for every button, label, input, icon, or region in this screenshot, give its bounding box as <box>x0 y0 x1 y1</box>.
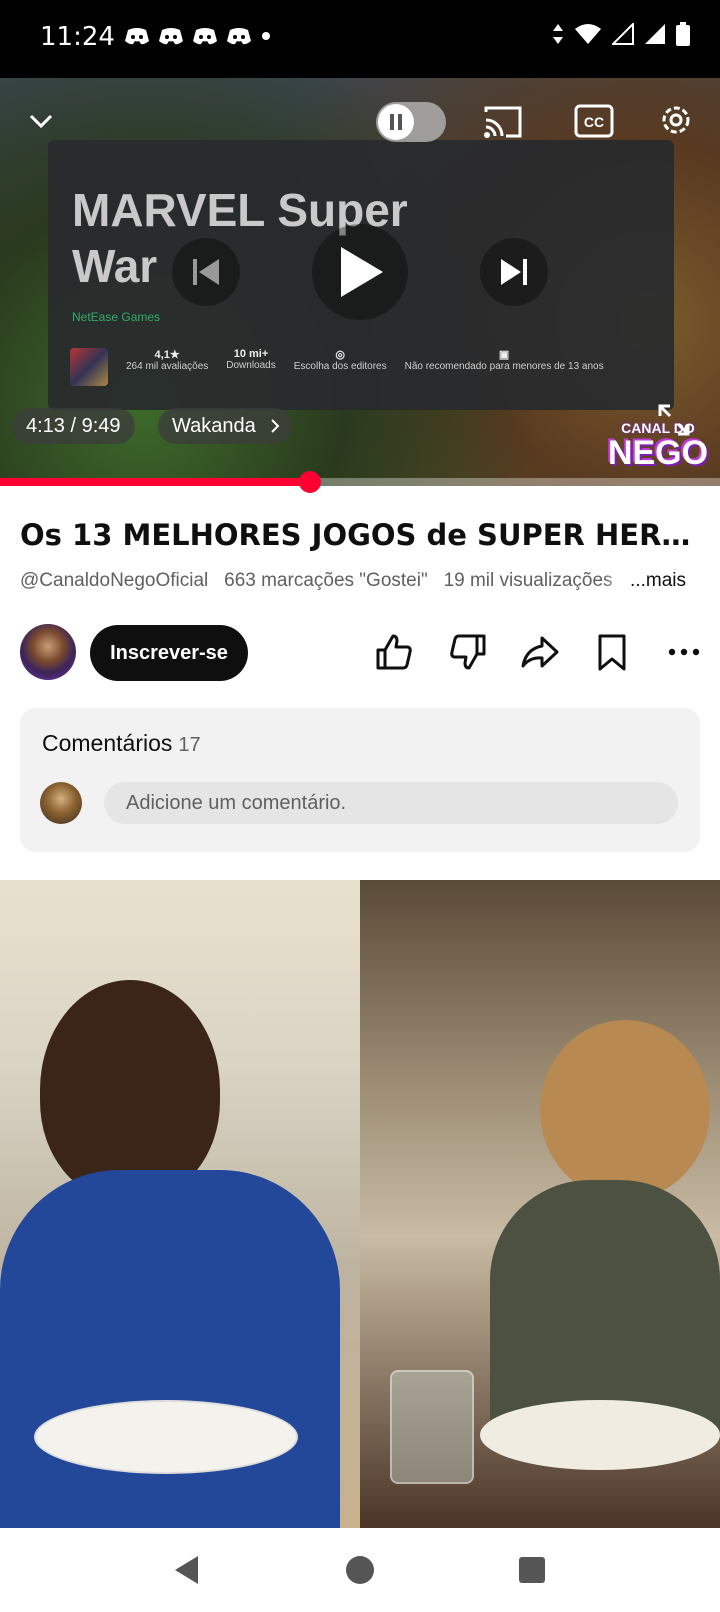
next-button[interactable] <box>480 238 548 306</box>
share-button[interactable] <box>518 630 562 674</box>
ad-image[interactable] <box>0 880 720 1528</box>
overlay-meta-rating: 4,1★ 264 mil avaliações <box>126 349 209 372</box>
more-actions-button[interactable] <box>662 630 706 674</box>
captions-icon[interactable]: CC <box>574 104 614 138</box>
more-link[interactable]: ...mais <box>604 570 686 592</box>
video-meta-row[interactable]: @CanaldoNegoOficial 663 marcações "Goste… <box>20 570 710 592</box>
save-button[interactable] <box>590 630 634 674</box>
ad-image-right-panel <box>360 880 720 1528</box>
chapter-label: Wakanda <box>172 415 256 437</box>
video-title[interactable]: Os 13 MELHORES JOGOS de SUPER HERÓIS <box>20 518 708 552</box>
overlay-meta-downloads: 10 mi+ Downloads <box>226 348 276 371</box>
age-rating-icon: ▣ <box>498 349 510 361</box>
thumbs-up-icon <box>376 634 412 670</box>
play-button[interactable] <box>312 224 408 320</box>
overlay-meta-editors: ◎ Escolha dos editores <box>293 349 387 372</box>
gear-icon[interactable] <box>656 100 696 140</box>
dislike-button[interactable] <box>446 630 490 674</box>
comments-count: 17 <box>178 734 201 756</box>
progress-fill <box>0 478 310 486</box>
previous-button[interactable] <box>172 238 240 306</box>
play-icon <box>341 247 383 297</box>
game-thumbnail <box>70 348 108 386</box>
back-icon[interactable] <box>172 1554 202 1586</box>
share-icon <box>521 636 559 668</box>
comments-title: Comentários <box>42 730 173 756</box>
progress-scrubber[interactable] <box>298 471 321 493</box>
bookmark-icon <box>598 634 626 671</box>
like-button[interactable] <box>372 630 416 674</box>
overlay-meta-row: 4,1★ 264 mil avaliações 10 mi+ Downloads ◎… <box>70 348 604 386</box>
data-activity-icon <box>553 24 563 44</box>
discord-icon <box>227 28 251 45</box>
subscribe-button[interactable]: Inscrever-se <box>90 625 248 681</box>
channel-avatar[interactable] <box>20 624 76 680</box>
chapter-button[interactable]: Wakanda <box>158 408 292 444</box>
discord-icon <box>193 28 217 45</box>
skip-previous-icon <box>193 259 219 285</box>
autoplay-toggle[interactable] <box>376 102 446 142</box>
more-notifications-dot-icon <box>262 32 270 40</box>
cast-icon[interactable] <box>482 104 524 140</box>
overlay-publisher: NetEase Games <box>72 310 161 324</box>
chevron-right-icon <box>271 419 280 433</box>
battery-icon <box>676 22 690 46</box>
overlay-meta-age: ▣ Não recomendado para menores de 13 anos <box>404 349 604 372</box>
signal-icon <box>645 24 665 44</box>
comment-input[interactable]: Adicione um comentário. <box>104 782 678 824</box>
comments-panel[interactable]: Comentários 17 Adicione um comentário. <box>20 708 700 852</box>
signal-empty-icon <box>612 23 634 45</box>
skip-next-icon <box>501 259 527 285</box>
video-player[interactable]: MARVEL Super War NetEase Games 4,1★ 264 m… <box>0 78 720 486</box>
progress-bar[interactable] <box>0 471 720 493</box>
status-time: 11:24 <box>40 22 115 52</box>
svg-text:CC: CC <box>584 114 604 130</box>
more-icon <box>668 648 700 656</box>
thumbs-down-icon <box>450 634 486 670</box>
like-count: 663 marcações "Gostei" <box>224 570 428 591</box>
time-display: 4:13 / 9:49 <box>12 408 135 444</box>
wifi-icon <box>575 24 601 44</box>
editors-badge-icon: ◎ <box>335 349 345 361</box>
notification-icons <box>124 26 272 46</box>
discord-icon <box>159 28 183 45</box>
watermark-line-2: NEGO <box>607 434 709 472</box>
home-icon[interactable] <box>344 1554 376 1586</box>
recents-icon[interactable] <box>518 1556 546 1584</box>
autoplay-toggle-icon <box>378 104 414 140</box>
fullscreen-icon[interactable] <box>654 400 694 440</box>
comments-header: Comentários 17 <box>42 730 201 757</box>
user-avatar <box>40 782 82 824</box>
system-navigation-bar <box>0 1528 720 1612</box>
status-bar: 11:24 <box>0 0 720 78</box>
system-icons <box>552 22 690 46</box>
ad-image-left-panel <box>0 880 360 1528</box>
channel-handle[interactable]: @CanaldoNegoOficial <box>20 570 208 591</box>
chevron-down-icon[interactable] <box>26 106 56 136</box>
discord-icon <box>125 28 149 45</box>
view-count: 19 mil visualizações <box>443 570 613 591</box>
